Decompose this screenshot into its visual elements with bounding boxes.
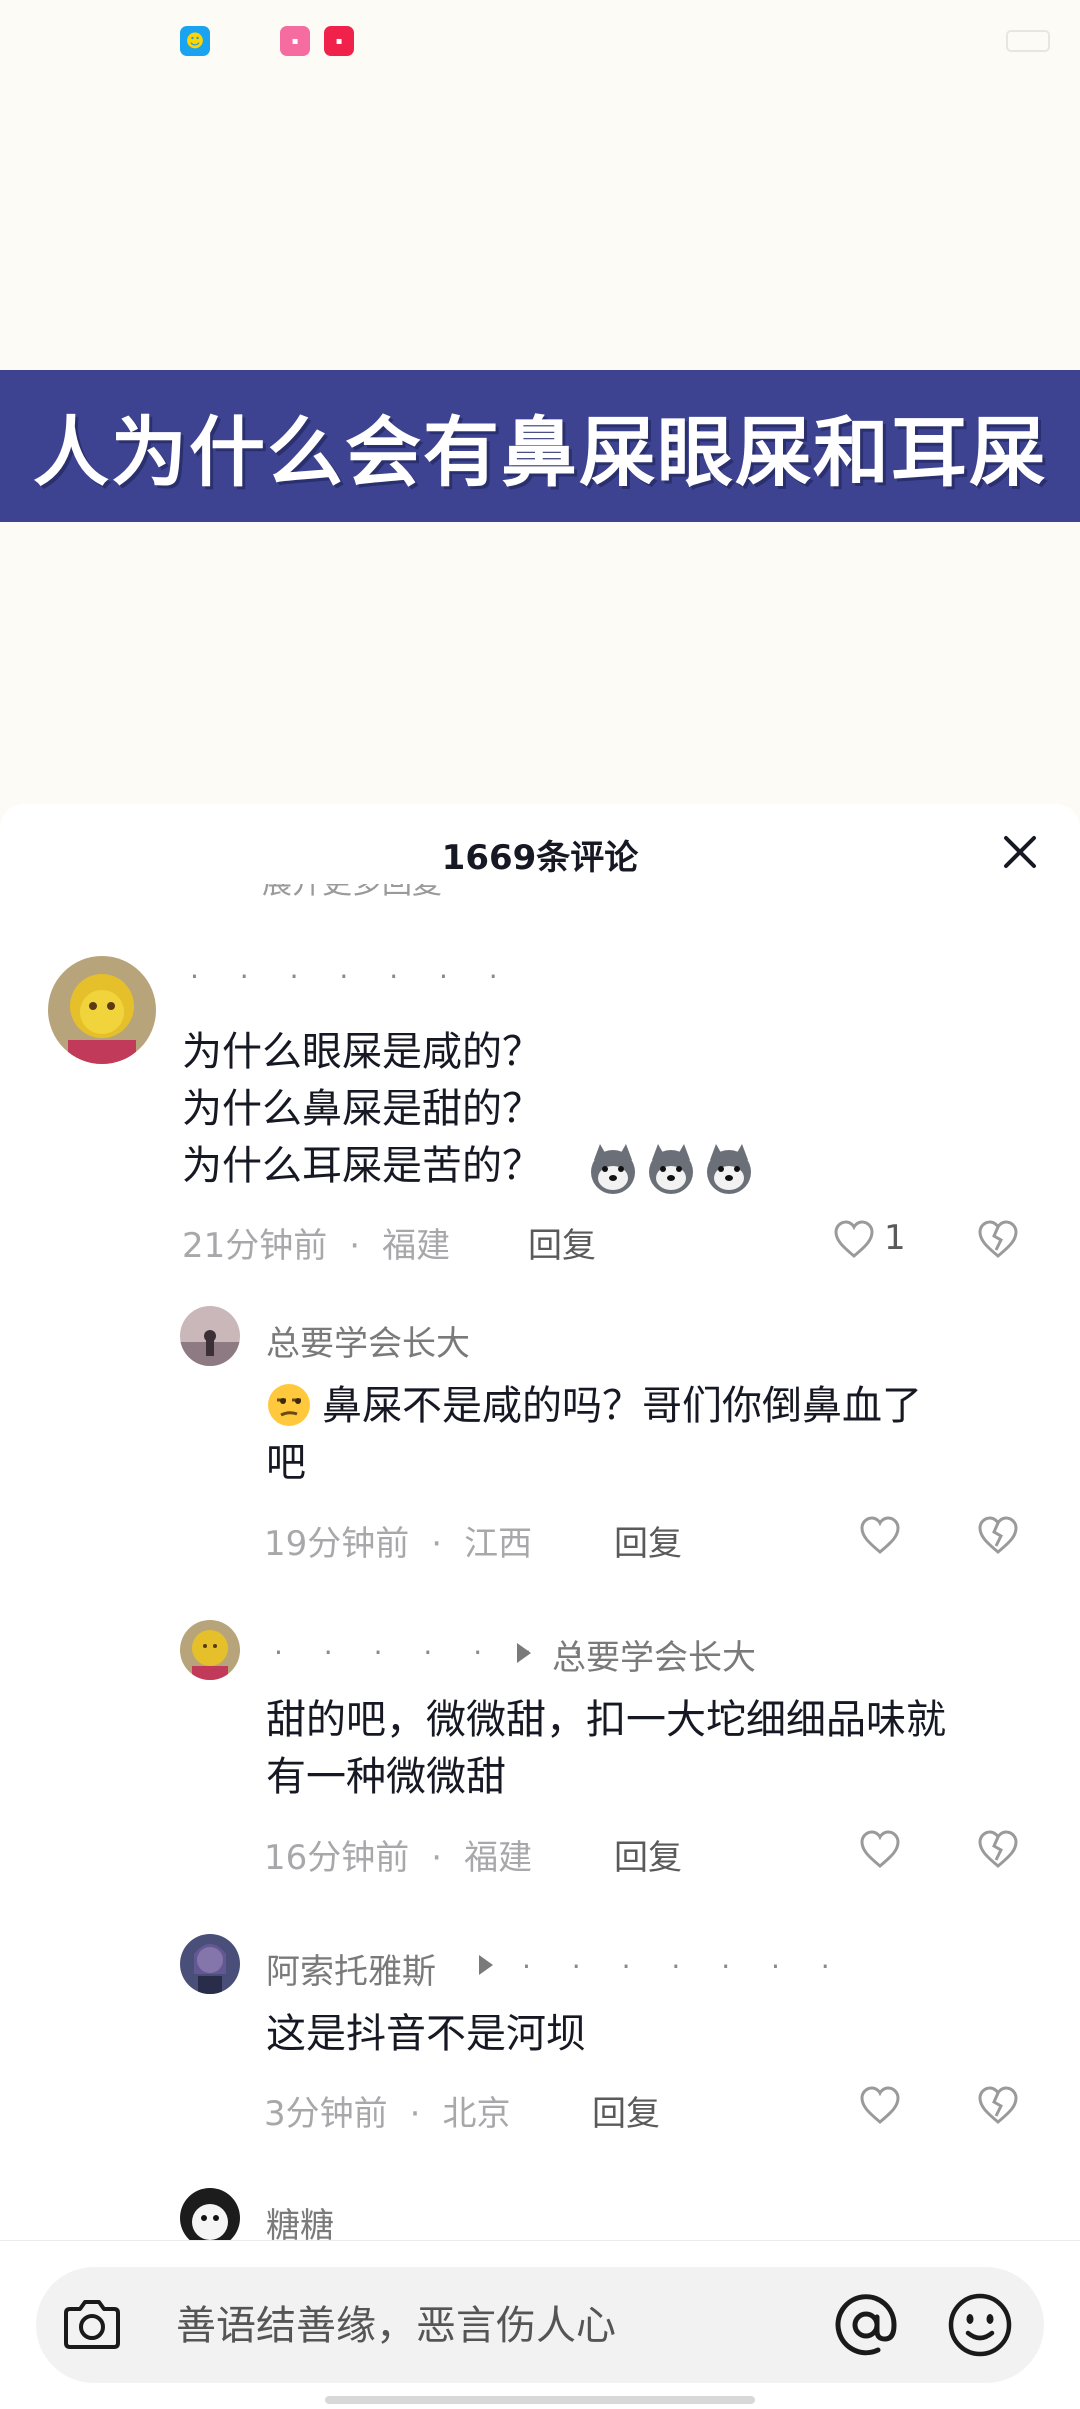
reply-arrow-icon (476, 1952, 496, 1978)
comment-input-pill[interactable] (36, 2267, 1044, 2383)
dislike-button[interactable] (976, 2084, 1020, 2128)
camera-icon (64, 2300, 120, 2349)
avatar[interactable] (48, 956, 156, 1064)
comment-username[interactable]: · · · · · · · (190, 960, 514, 993)
reply-location: 福建 (464, 1838, 533, 1878)
comment-meta: 21分钟前 · 福建 (182, 1226, 451, 1266)
status-icons: ☻ ▪ ▪ (180, 26, 354, 56)
emoji-button[interactable] (946, 2291, 1014, 2359)
broken-heart-icon (978, 1830, 1018, 1868)
reply-text: 鼻屎不是咸的吗？哥们你倒鼻血了 吧 (266, 1383, 922, 1486)
like-button[interactable] (858, 1828, 902, 1872)
avatar[interactable] (180, 2188, 240, 2248)
qq-notification-icon: ☻ (180, 26, 210, 56)
dislike-button[interactable] (976, 1218, 1020, 1262)
expand-replies-link[interactable]: 展开更多回复 (262, 884, 502, 904)
heart-icon (860, 1830, 900, 1868)
reply-button[interactable]: 回复 (592, 2086, 660, 2135)
reply-username[interactable]: · · · · · · · (274, 1636, 598, 1669)
reply-time: 3分钟前 (264, 2094, 388, 2134)
broken-heart-icon (978, 2086, 1018, 2124)
status-bar: ☻ ▪ ▪ (0, 0, 1080, 84)
dislike-button[interactable] (976, 1514, 1020, 1558)
dog-emoji-icon (586, 1142, 640, 1196)
home-indicator[interactable] (325, 2396, 755, 2404)
reply-meta: 16分钟前 · 福建 (264, 1838, 533, 1878)
reply-to-username[interactable]: 总要学会长大 (552, 1630, 756, 1679)
close-icon (1004, 836, 1036, 868)
dislike-button[interactable] (976, 1828, 1020, 1872)
like-count: 1 (884, 1218, 906, 1258)
video-title-banner: 人为什么会有鼻屎眼屎和耳屎 (0, 370, 1080, 522)
like-button[interactable] (858, 2084, 902, 2128)
heart-icon (834, 1220, 874, 1258)
smiley-icon (948, 2293, 1012, 2357)
reply-meta: 19分钟前 · 江西 (264, 1524, 533, 1564)
reply-location: 北京 (442, 2094, 511, 2134)
reply-location: 江西 (464, 1524, 533, 1564)
reply-to-username[interactable]: · · · · · · · (522, 1950, 846, 1983)
app-notification-icon: ▪ (324, 26, 354, 56)
reply-button[interactable]: 回复 (614, 1830, 682, 1879)
avatar[interactable] (180, 1306, 240, 1366)
reply-time: 19分钟前 (264, 1524, 410, 1564)
heart-icon (860, 1516, 900, 1554)
reply-arrow-icon (514, 1640, 534, 1666)
avatar[interactable] (180, 1934, 240, 1994)
dog-emoji-icon (702, 1142, 756, 1196)
comment-time: 21分钟前 (182, 1226, 328, 1266)
close-button[interactable] (996, 828, 1044, 876)
video-title: 人为什么会有鼻屎眼屎和耳屎 (33, 408, 1047, 497)
broken-heart-icon (978, 1516, 1018, 1554)
battery-icon (1006, 30, 1050, 52)
reply-text: 这是抖音不是河坝 (266, 2011, 586, 2057)
reply-username[interactable]: 阿索托雅斯 (266, 1944, 436, 1993)
like-button[interactable] (858, 1514, 902, 1558)
comment-location: 福建 (382, 1226, 451, 1266)
comment-sheet-header: 1669条评论 展开更多回复 (0, 804, 1080, 900)
comment-input[interactable] (174, 2297, 798, 2355)
dog-emoji-icon (644, 1142, 698, 1196)
reply-button[interactable]: 回复 (528, 1218, 596, 1267)
at-icon (835, 2294, 897, 2356)
app-notification-icon: ▪ (280, 26, 310, 56)
like-button[interactable] (832, 1218, 876, 1262)
avatar[interactable] (180, 1620, 240, 1680)
reply-username[interactable]: 总要学会长大 (266, 1316, 470, 1365)
reply-text: 甜的吧，微微甜，扣一大坨细细品味就 有一种微微甜 (266, 1697, 946, 1800)
reply-meta: 3分钟前 · 北京 (264, 2094, 511, 2134)
reply-time: 16分钟前 (264, 1838, 410, 1878)
mention-button[interactable] (830, 2289, 902, 2361)
broken-heart-icon (978, 1220, 1018, 1258)
camera-button[interactable] (60, 2297, 124, 2353)
reply-button[interactable]: 回复 (614, 1516, 682, 1565)
heart-icon (860, 2086, 900, 2124)
comment-count: 1669条评论 (441, 838, 639, 878)
comment-input-bar (0, 2240, 1080, 2409)
